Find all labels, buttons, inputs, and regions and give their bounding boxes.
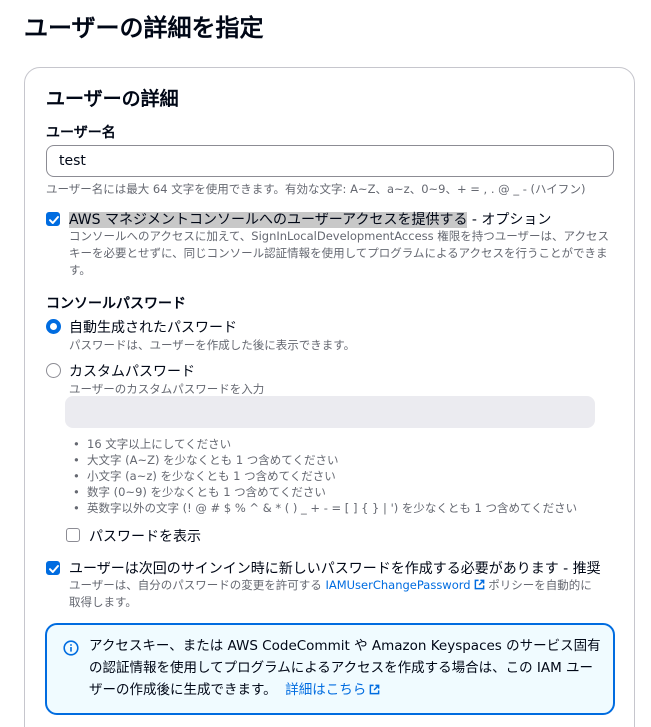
password-rule: 16 文字以上にしてください: [69, 436, 577, 452]
autogenerated-password-description: パスワードは、ユーザーを作成した後に表示できます。: [69, 338, 356, 352]
require-reset-description-suffix: ポリシーを自動的に: [484, 578, 592, 592]
console-access-optional: - オプション: [467, 212, 552, 228]
require-reset-description-text: ユーザーは、自分のパスワードの変更を許可する: [69, 578, 326, 592]
password-rule: 英数字以外の文字 (! @ # $ % ^ & * ( ) _ + - = [ …: [69, 500, 577, 516]
check-icon: [49, 216, 59, 224]
username-hint: ユーザー名には最大 64 文字を使用できます。有効な文字: A~Z、a~z、0~…: [46, 182, 586, 196]
require-reset-label[interactable]: ユーザーは次回のサインイン時に新しいパスワードを作成する必要があります - 推奨: [69, 558, 601, 578]
console-access-label-text: AWS マネジメントコンソールへのユーザーアクセスを提供する: [69, 212, 468, 228]
console-access-checkbox[interactable]: [46, 212, 60, 226]
external-link-icon[interactable]: [474, 579, 485, 590]
console-password-label: コンソールパスワード: [46, 296, 186, 312]
info-alert-text: アクセスキー、または AWS CodeCommit や Amazon Keysp…: [89, 635, 601, 701]
radio-autogenerated-password[interactable]: [46, 319, 61, 334]
username-input[interactable]: test: [46, 145, 614, 177]
user-details-card: ユーザーの詳細 ユーザー名 test ユーザー名には最大 64 文字を使用できま…: [24, 67, 635, 727]
show-password-checkbox[interactable]: [66, 528, 80, 542]
info-icon: [63, 640, 79, 656]
page-title: ユーザーの詳細を指定: [24, 14, 264, 42]
external-link-icon[interactable]: [369, 684, 380, 695]
password-rule: 数字 (0~9) を少なくとも 1 つ含めてください: [69, 484, 577, 500]
radio-custom-password[interactable]: [46, 363, 61, 378]
iam-user-change-password-link[interactable]: IAMUserChangePassword: [325, 578, 470, 592]
custom-password-description: ユーザーのカスタムパスワードを入力: [69, 382, 265, 396]
password-rule: 小文字 (a~z) を少なくとも 1 つ含めてください: [69, 468, 577, 484]
show-password-label[interactable]: パスワードを表示: [89, 526, 201, 546]
password-rules-list: 16 文字以上にしてください 大文字 (A~Z) を少なくとも 1 つ含めてくだ…: [69, 436, 577, 516]
username-label: ユーザー名: [46, 125, 116, 141]
require-reset-description: ユーザーは、自分のパスワードの変更を許可する IAMUserChangePass…: [69, 577, 619, 611]
console-access-label[interactable]: AWS マネジメントコンソールへのユーザーアクセスを提供する - オプション: [69, 209, 551, 229]
learn-more-link[interactable]: 詳細はこちら: [285, 682, 366, 698]
info-alert: アクセスキー、または AWS CodeCommit や Amazon Keysp…: [45, 623, 615, 715]
autogenerated-password-label[interactable]: 自動生成されたパスワード: [69, 317, 237, 337]
console-access-description: コンソールへのアクセスに加えて、SignInLocalDevelopmentAc…: [69, 229, 609, 277]
check-icon: [49, 565, 59, 573]
custom-password-label[interactable]: カスタムパスワード: [69, 361, 195, 381]
require-reset-checkbox[interactable]: [46, 561, 60, 575]
require-reset-description-end: 取得します。: [69, 595, 137, 609]
password-rule: 大文字 (A~Z) を少なくとも 1 つ含めてください: [69, 452, 577, 468]
section-title: ユーザーの詳細: [46, 88, 179, 110]
custom-password-input[interactable]: [65, 396, 595, 428]
